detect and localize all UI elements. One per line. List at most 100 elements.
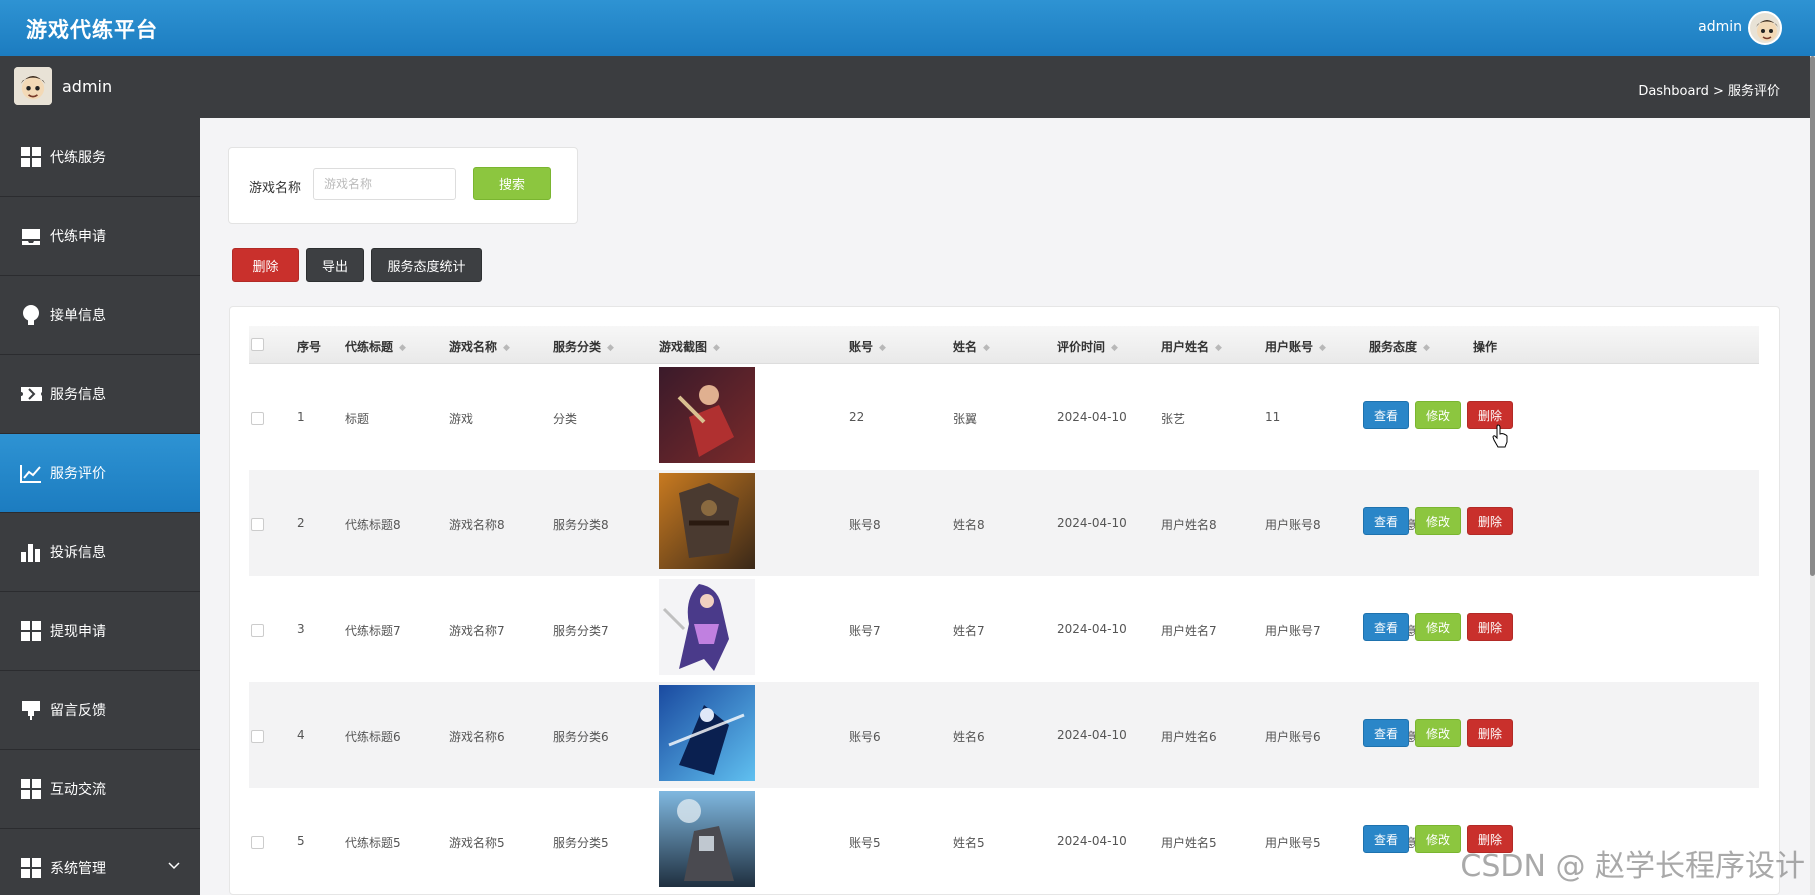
sort-icon[interactable]: ◆ (503, 343, 510, 353)
game-screenshot[interactable] (659, 579, 755, 675)
delete-row-button[interactable]: 删除 (1467, 507, 1513, 535)
grid-icon (20, 778, 42, 800)
sort-icon[interactable]: ◆ (1423, 343, 1430, 353)
col-header-attitude[interactable]: 服务态度 ◆ (1369, 338, 1430, 355)
view-button[interactable]: 查看 (1363, 613, 1409, 641)
col-header-category[interactable]: 服务分类 ◆ (553, 338, 614, 355)
cell-name: 张翼 (953, 412, 978, 426)
grid-icon (20, 620, 42, 642)
select-all-checkbox[interactable] (251, 338, 264, 351)
sort-icon[interactable]: ◆ (607, 343, 614, 353)
game-screenshot[interactable] (659, 685, 755, 781)
col-header-no: 序号 (297, 340, 322, 354)
game-screenshot[interactable] (659, 367, 755, 463)
sidebar-item-interaction[interactable]: 互动交流 (0, 750, 200, 829)
sidebar-item-service-review[interactable]: 服务评价 (0, 434, 200, 513)
cell-user-account: 用户账号8 (1265, 518, 1321, 532)
game-screenshot[interactable] (659, 791, 755, 887)
col-header-name[interactable]: 姓名 ◆ (953, 338, 990, 355)
row-checkbox[interactable] (251, 412, 264, 425)
row-checkbox[interactable] (251, 518, 264, 531)
grid-icon (20, 146, 42, 168)
sidebar-item-complaint[interactable]: 投诉信息 (0, 513, 200, 592)
sidebar-item-system[interactable]: 系统管理 (0, 829, 200, 895)
col-header-label: 姓名 (953, 340, 978, 354)
col-header-screenshot[interactable]: 游戏截图 ◆ (659, 338, 720, 355)
col-header-label: 服务分类 (553, 340, 602, 354)
cell-title: 代练标题5 (345, 836, 401, 850)
row-checkbox[interactable] (251, 624, 264, 637)
cell-user-account: 用户账号5 (1265, 836, 1321, 850)
col-header-actions: 操作 (1473, 340, 1498, 354)
sort-icon[interactable]: ◆ (983, 343, 990, 353)
cell-user-name: 用户姓名6 (1161, 730, 1217, 744)
delete-row-button[interactable]: 删除 (1467, 613, 1513, 641)
view-button[interactable]: 查看 (1363, 825, 1409, 853)
sort-icon[interactable]: ◆ (1319, 343, 1326, 353)
sidebar-item-label: 代练服务 (50, 150, 106, 166)
sidebar-item-dailian-apply[interactable]: 代练申请 (0, 197, 200, 276)
edit-button[interactable]: 修改 (1415, 401, 1461, 429)
edit-button[interactable]: 修改 (1415, 719, 1461, 747)
table-header: 序号 代练标题 ◆ 游戏名称 ◆ 服务分类 ◆ 游戏截图 ◆ 账号 ◆ 姓名 ◆ 评价时间 ◆… (249, 326, 1759, 364)
sort-icon[interactable]: ◆ (879, 343, 886, 353)
top-avatar[interactable] (1748, 11, 1782, 45)
cell-name: 姓名7 (953, 624, 985, 638)
col-header-user-name[interactable]: 用户姓名 ◆ (1161, 338, 1222, 355)
delete-row-button[interactable]: 删除 (1467, 719, 1513, 747)
edit-button[interactable]: 修改 (1415, 825, 1461, 853)
col-header-label: 评价时间 (1057, 340, 1106, 354)
edit-button[interactable]: 修改 (1415, 507, 1461, 535)
export-button[interactable]: 导出 (306, 248, 364, 282)
cell-name: 姓名8 (953, 518, 985, 532)
cell-category: 服务分类6 (553, 730, 609, 744)
search-button[interactable]: 搜索 (473, 167, 551, 200)
sidebar-item-order-info[interactable]: 接单信息 (0, 276, 200, 355)
col-header-time[interactable]: 评价时间 ◆ (1057, 338, 1118, 355)
profile-avatar[interactable] (14, 67, 52, 105)
cell-no: 3 (297, 622, 305, 636)
cell-category: 服务分类8 (553, 518, 609, 532)
top-username[interactable]: admin (1698, 19, 1742, 35)
cell-user-name: 用户姓名8 (1161, 518, 1217, 532)
col-header-user-account[interactable]: 用户账号 ◆ (1265, 338, 1326, 355)
sidebar-item-label: 互动交流 (50, 782, 106, 798)
search-input[interactable] (313, 168, 456, 200)
view-button[interactable]: 查看 (1363, 401, 1409, 429)
cell-name: 姓名6 (953, 730, 985, 744)
row-checkbox[interactable] (251, 836, 264, 849)
cell-title: 标题 (345, 412, 370, 426)
col-header-account[interactable]: 账号 ◆ (849, 338, 886, 355)
sidebar-item-service-info[interactable]: 服务信息 (0, 355, 200, 434)
sidebar-item-dailian-service[interactable]: 代练服务 (0, 118, 200, 197)
page-scrollbar[interactable] (1810, 56, 1815, 895)
cell-user-name: 用户姓名7 (1161, 624, 1217, 638)
cell-game: 游戏名称5 (449, 836, 505, 850)
cell-account: 22 (849, 410, 865, 424)
game-screenshot[interactable] (659, 473, 755, 569)
sidebar-item-feedback[interactable]: 留言反馈 (0, 671, 200, 750)
col-header-label: 用户姓名 (1161, 340, 1210, 354)
cell-no: 4 (297, 728, 305, 742)
row-checkbox[interactable] (251, 730, 264, 743)
col-header-game[interactable]: 游戏名称 ◆ (449, 338, 510, 355)
sidebar-item-withdraw[interactable]: 提现申请 (0, 592, 200, 671)
table-row: 1 标题 游戏 分类 22 张翼 2024-04-10 张艺 11 满意 查看 … (249, 364, 1759, 470)
col-header-title[interactable]: 代练标题 ◆ (345, 338, 406, 355)
sidebar: 代练服务 代练申请 接单信息 服务信息 服务评价 投诉信息 提现申请 留言反馈 … (0, 118, 200, 895)
view-button[interactable]: 查看 (1363, 719, 1409, 747)
sort-icon[interactable]: ◆ (399, 343, 406, 353)
edit-button[interactable]: 修改 (1415, 613, 1461, 641)
scrollbar-thumb[interactable] (1810, 56, 1815, 576)
lightbulb-icon (20, 304, 42, 326)
batch-delete-button[interactable]: 删除 (232, 248, 299, 282)
sort-icon[interactable]: ◆ (1111, 343, 1118, 353)
cell-user-account: 11 (1265, 410, 1281, 424)
sort-icon[interactable]: ◆ (1215, 343, 1222, 353)
cell-title: 代练标题6 (345, 730, 401, 744)
sidebar-item-label: 代练申请 (50, 229, 106, 245)
attitude-stats-button[interactable]: 服务态度统计 (371, 248, 482, 282)
breadcrumb: Dashboard > 服务评价 (1638, 84, 1780, 99)
view-button[interactable]: 查看 (1363, 507, 1409, 535)
sort-icon[interactable]: ◆ (713, 343, 720, 353)
